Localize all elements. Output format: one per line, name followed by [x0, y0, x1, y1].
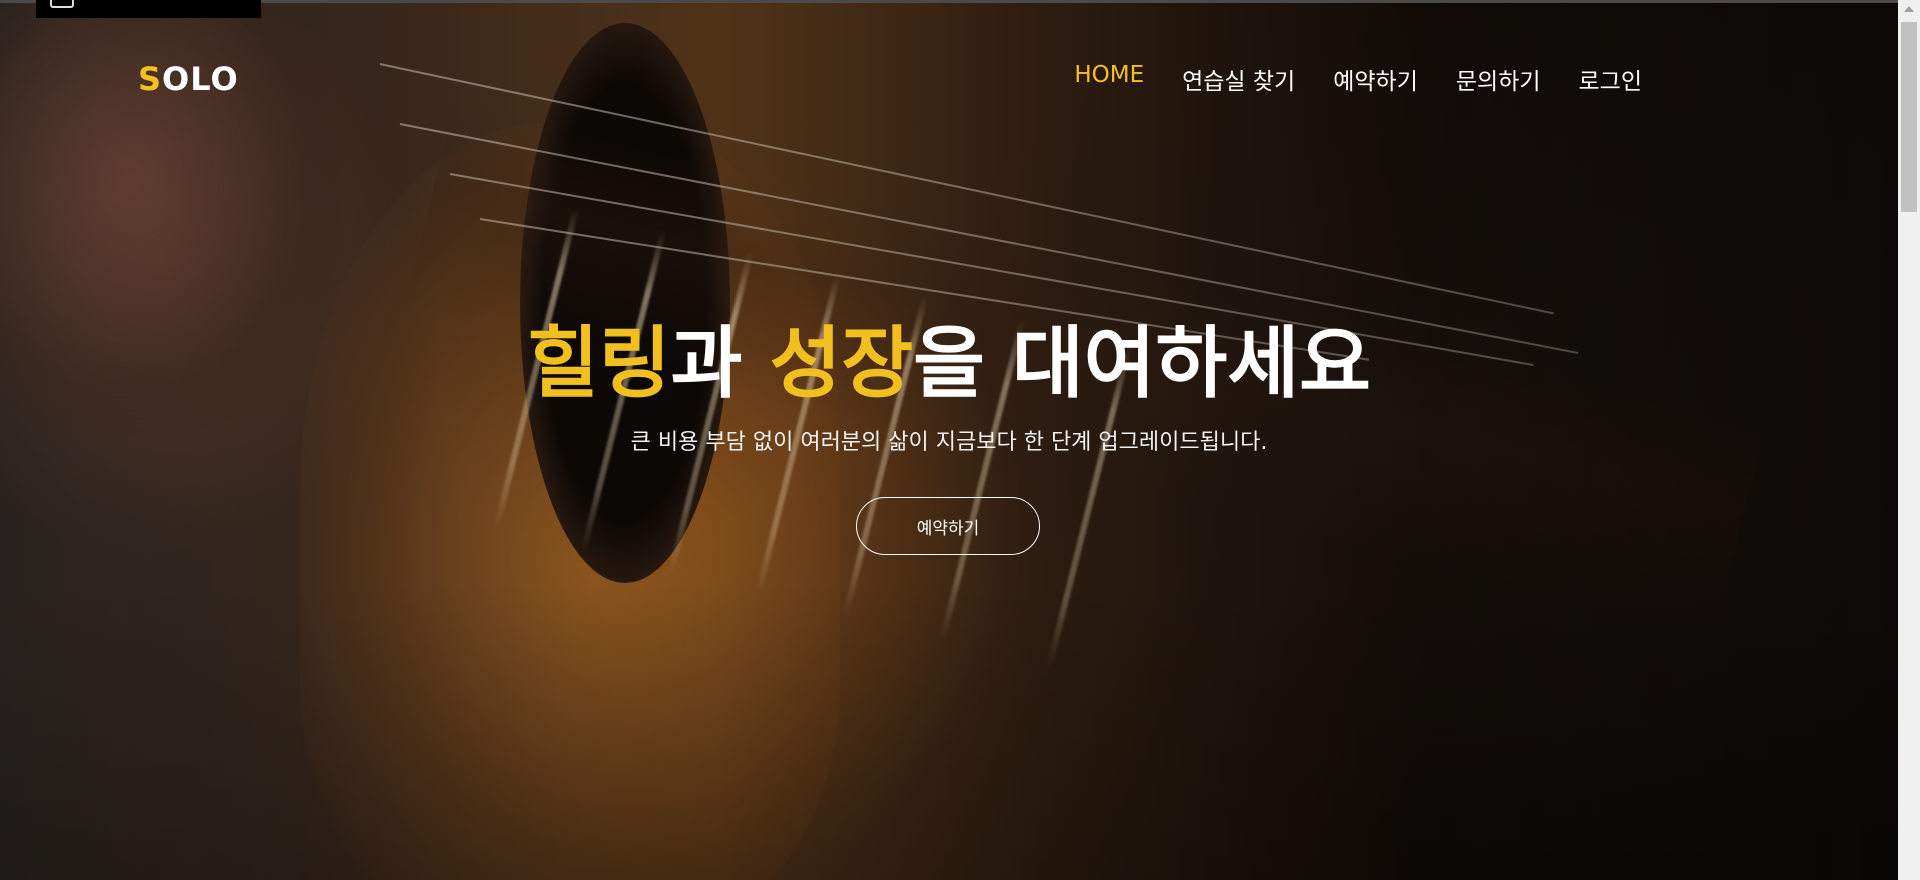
scroll-up-arrow-icon[interactable]: [1904, 6, 1914, 12]
site-logo[interactable]: SOLO: [138, 60, 239, 98]
vertical-scrollbar[interactable]: [1898, 0, 1920, 880]
tab-icon: [50, 0, 74, 8]
headline-highlight-2: 성장: [769, 319, 914, 409]
headline-highlight-1: 힐링: [527, 319, 671, 409]
hero-subtitle: 큰 비용 부담 없이 여러분의 삶이 지금보다 한 단계 업그레이드됩니다.: [630, 430, 1268, 455]
headline-text-1: 과: [670, 319, 770, 409]
logo-accent-letter: S: [138, 60, 163, 98]
nav-item-find-studio[interactable]: 연습실 찾기: [1182, 62, 1295, 96]
scrollbar-thumb[interactable]: [1901, 22, 1917, 212]
headline-text-2: 을 대여하세요: [913, 319, 1371, 409]
nav-item-inquiry[interactable]: 문의하기: [1456, 62, 1541, 96]
nav-item-reserve[interactable]: 예약하기: [1333, 62, 1418, 96]
nav-item-login[interactable]: 로그인: [1579, 62, 1642, 96]
main-nav: HOME 연습실 찾기 예약하기 문의하기 로그인: [1074, 62, 1642, 96]
hero-headline: 힐링과 성장을 대여하세요: [0, 320, 1898, 408]
reserve-button[interactable]: 예약하기: [856, 497, 1040, 555]
top-tab-strip: [36, 0, 261, 18]
logo-text: OLO: [162, 60, 239, 98]
nav-item-home[interactable]: HOME: [1074, 62, 1144, 96]
hero-overlay-bottom: [0, 580, 1898, 880]
